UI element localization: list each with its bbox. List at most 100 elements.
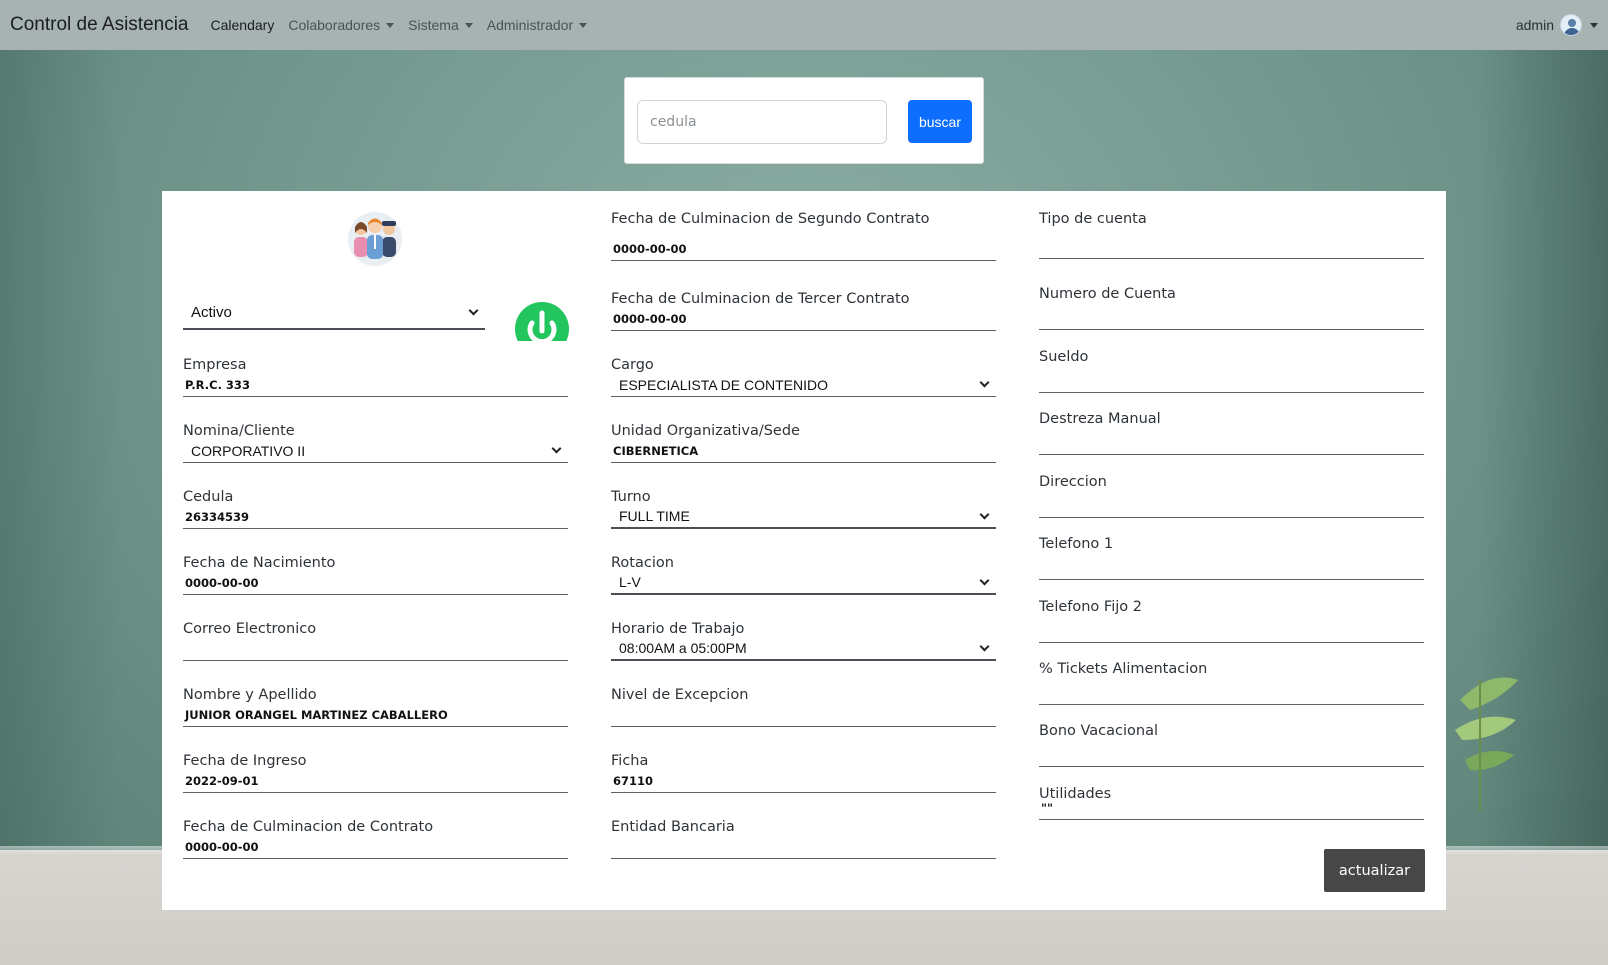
team-icon xyxy=(348,212,402,266)
nivel-excepcion-input[interactable] xyxy=(611,703,996,727)
field-nivel-excepcion: Nivel de Excepcion xyxy=(611,687,996,727)
turno-select[interactable]: FULL TIME xyxy=(611,505,996,529)
caret-down-icon xyxy=(1590,22,1598,28)
field-turno: Turno FULL TIME xyxy=(611,489,996,529)
select-value: L-V xyxy=(619,574,641,590)
field-label: Rotacion xyxy=(611,555,674,571)
field-label: Ficha xyxy=(611,753,649,769)
search-button[interactable]: buscar xyxy=(908,100,972,143)
field-fecha-nacimiento: Fecha de Nacimiento 0000-00-00 xyxy=(183,555,568,595)
field-rotacion: Rotacion L-V xyxy=(611,555,996,595)
telefono-1-input[interactable] xyxy=(1039,556,1424,580)
nomina-cliente-select[interactable]: CORPORATIVO II xyxy=(183,439,568,463)
select-value: FULL TIME xyxy=(619,508,690,524)
nombre-apellido-input[interactable]: JUNIOR ORANGEL MARTINEZ CABALLERO xyxy=(183,703,568,727)
chevron-down-icon xyxy=(979,575,990,585)
numero-cuenta-input[interactable] xyxy=(1039,306,1424,330)
field-tickets-alimentacion: % Tickets Alimentacion xyxy=(1039,661,1424,705)
avatar-icon xyxy=(1560,14,1582,36)
field-label: Correo Electronico xyxy=(183,621,317,637)
nav-item-calendary[interactable]: Calendary xyxy=(211,17,275,33)
field-label: Telefono 1 xyxy=(1039,536,1114,552)
tickets-alimentacion-input[interactable] xyxy=(1039,681,1424,705)
nav-item-administrador[interactable]: Administrador xyxy=(486,17,588,33)
field-utilidades: Utilidades "" xyxy=(1039,786,1424,820)
caret-down-icon xyxy=(579,22,588,28)
chevron-down-icon xyxy=(979,641,990,651)
field-fecha-culminacion: Fecha de Culminacion de Contrato 0000-00… xyxy=(183,819,568,859)
field-correo: Correo Electronico xyxy=(183,621,568,661)
destreza-manual-input[interactable] xyxy=(1039,431,1424,455)
fecha-culminacion-input[interactable]: 0000-00-00 xyxy=(183,835,568,859)
background-shade-left xyxy=(0,0,120,850)
field-culminacion-segundo: Fecha de Culminacion de Segundo Contrato… xyxy=(611,211,996,261)
field-label: Bono Vacacional xyxy=(1039,723,1159,739)
cedula-input[interactable]: 26334539 xyxy=(183,505,568,529)
user-menu[interactable]: admin xyxy=(1516,14,1598,36)
actualizar-button[interactable]: actualizar xyxy=(1324,849,1425,892)
search-card: buscar xyxy=(624,77,984,164)
rotacion-select[interactable]: L-V xyxy=(611,571,996,595)
field-label: Destreza Manual xyxy=(1039,411,1161,427)
culminacion-tercero-input[interactable]: 0000-00-00 xyxy=(611,307,996,331)
field-label: Horario de Trabajo xyxy=(611,621,745,637)
field-label: Entidad Bancaria xyxy=(611,819,735,835)
field-tipo-cuenta: Tipo de cuenta xyxy=(1039,211,1424,259)
employee-form: Activo Empresa P.R.C. 333 Nomina/Cliente… xyxy=(162,191,1446,910)
field-fecha-ingreso: Fecha de Ingreso 2022-09-01 xyxy=(183,753,568,793)
status-select[interactable]: Activo xyxy=(183,296,485,330)
field-cargo: Cargo ESPECIALISTA DE CONTENIDO xyxy=(611,357,996,397)
power-icon[interactable] xyxy=(514,301,570,341)
field-numero-cuenta: Numero de Cuenta xyxy=(1039,286,1424,330)
user-name: admin xyxy=(1515,17,1554,33)
field-label: Empresa xyxy=(183,357,247,373)
field-empresa: Empresa P.R.C. 333 xyxy=(183,357,568,397)
nav-item-label: Sistema xyxy=(408,17,459,33)
fecha-nacimiento-input[interactable]: 0000-00-00 xyxy=(183,571,568,595)
field-direccion: Direccion xyxy=(1039,474,1424,518)
field-label: Unidad Organizativa/Sede xyxy=(611,423,800,439)
select-value: CORPORATIVO II xyxy=(191,442,306,459)
field-label: Fecha de Nacimiento xyxy=(183,555,336,571)
status-value: Activo xyxy=(191,303,232,321)
nav-item-label: Colaboradores xyxy=(288,17,381,33)
field-label: Fecha de Ingreso xyxy=(183,753,307,769)
app-brand[interactable]: Control de Asistencia xyxy=(10,14,189,36)
unidad-organizativa-input[interactable]: CIBERNETICA xyxy=(611,439,996,463)
nav-item-sistema[interactable]: Sistema xyxy=(408,17,473,33)
field-label: Direccion xyxy=(1039,474,1107,490)
ficha-input[interactable]: 67110 xyxy=(611,769,996,793)
utilidades-input[interactable]: "" xyxy=(1039,802,1424,820)
culminacion-segundo-input[interactable]: 0000-00-00 xyxy=(611,237,996,261)
sueldo-input[interactable] xyxy=(1039,369,1424,393)
field-label: Fecha de Culminacion de Tercer Contrato xyxy=(611,291,910,307)
field-unidad-organizativa: Unidad Organizativa/Sede CIBERNETICA xyxy=(611,423,996,463)
empresa-input[interactable]: P.R.C. 333 xyxy=(183,373,568,397)
select-value: ESPECIALISTA DE CONTENIDO xyxy=(619,376,829,393)
field-nomina-cliente: Nomina/Cliente CORPORATIVO II xyxy=(183,423,568,463)
chevron-down-icon xyxy=(468,305,479,315)
nav-item-colaboradores[interactable]: Colaboradores xyxy=(288,17,395,33)
nav-item-label: Calendary xyxy=(210,17,275,33)
telefono-fijo-2-input[interactable] xyxy=(1039,619,1424,643)
tipo-cuenta-input[interactable] xyxy=(1039,235,1424,259)
status-field: Activo xyxy=(183,296,485,330)
field-telefono-fijo-2: Telefono Fijo 2 xyxy=(1039,599,1424,643)
fecha-ingreso-input[interactable]: 2022-09-01 xyxy=(183,769,568,793)
bono-vacacional-input[interactable] xyxy=(1039,743,1424,767)
cargo-select[interactable]: ESPECIALISTA DE CONTENIDO xyxy=(611,373,996,397)
field-bono-vacacional: Bono Vacacional xyxy=(1039,723,1424,767)
horario-select[interactable]: 08:00AM a 05:00PM xyxy=(611,637,996,661)
field-label: Fecha de Culminacion de Contrato xyxy=(183,819,434,835)
top-navbar: Control de Asistencia Calendary Colabora… xyxy=(0,0,1608,50)
direccion-input[interactable] xyxy=(1039,494,1424,518)
cedula-search-input[interactable] xyxy=(637,100,887,144)
field-telefono-1: Telefono 1 xyxy=(1039,536,1424,580)
nav-item-label: Administrador xyxy=(486,17,574,33)
field-label: Turno xyxy=(611,489,651,505)
correo-input[interactable] xyxy=(183,637,568,661)
caret-down-icon xyxy=(386,22,395,28)
field-label: Telefono Fijo 2 xyxy=(1039,599,1142,615)
entidad-bancaria-input[interactable] xyxy=(611,835,996,859)
field-label: Utilidades xyxy=(1039,786,1112,802)
